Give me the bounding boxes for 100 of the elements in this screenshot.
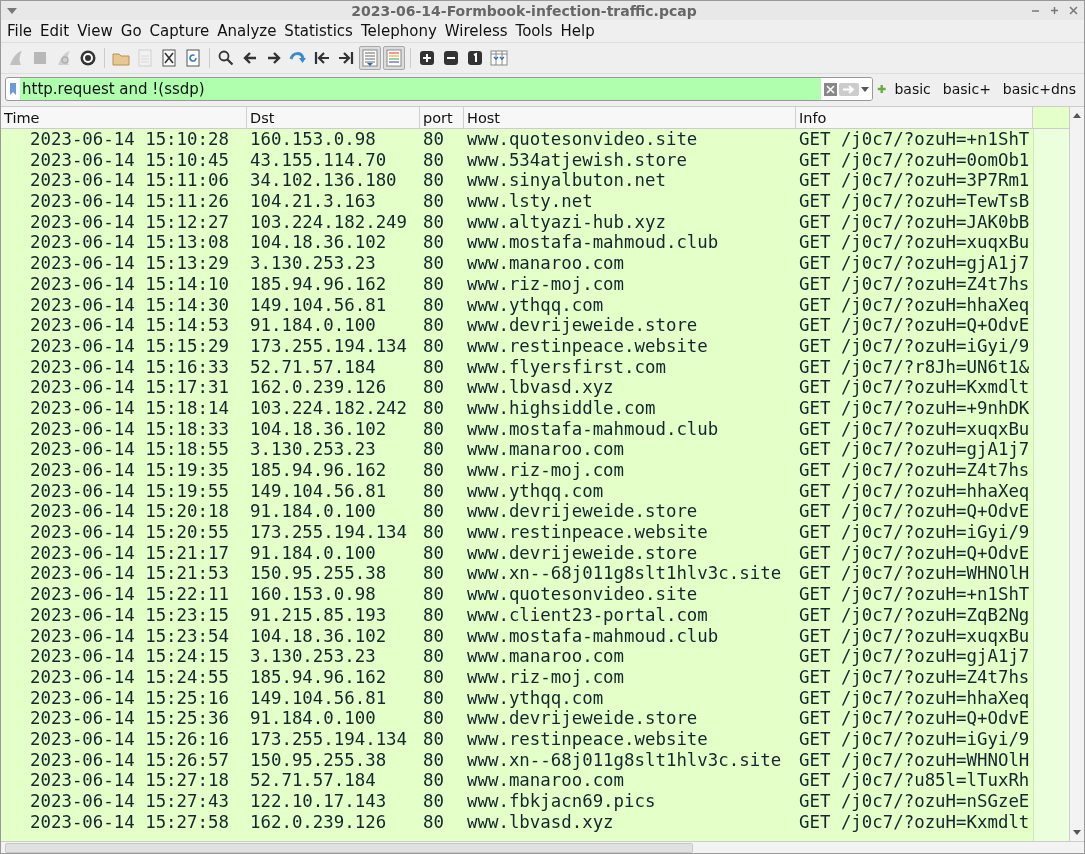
table-cell-text: www.devrijeweide.store [466,542,699,564]
table-cell-text: 2023-06-14 15:14:10 [29,273,230,295]
scroll-down-icon[interactable] [1073,830,1081,835]
table-cell-text: 91.184.0.100 [249,542,377,564]
menu-item[interactable]: Statistics [280,22,357,40]
menu-item[interactable]: Telephony [356,22,441,40]
scroll-up-icon[interactable] [1073,113,1081,118]
table-cell-text: 185.94.96.162 [249,666,388,688]
table-cell-text: 149.104.56.81 [249,687,388,709]
table-cell-text: www.riz-moj.com [466,273,626,295]
table-cell-text: 80 [422,335,445,357]
zoom-reset-icon [466,49,484,67]
table-cell-text: 2023-06-14 15:18:14 [29,397,230,419]
table-cell-text: 103.224.182.242 [249,397,409,419]
table-cell-text: GET /j0c7/?ozuH=Z4t7hs [798,273,1031,295]
table-cell-text: 80 [422,522,445,543]
table-cell-text: 80 [422,770,445,791]
table-cell-text: 104.18.36.102 [249,418,388,440]
table-cell-text: 80 [422,791,445,812]
table-cell-text: 2023-06-14 15:19:35 [29,460,230,481]
table-cell-text: www.restinpeace.website [466,522,709,543]
table-cell-text: GET /j0c7/?ozuH=ZqB2Ng [798,604,1031,626]
table-cell-text: 162.0.239.126 [249,811,388,833]
column-header[interactable]: port [420,107,464,128]
clear-icon[interactable] [824,82,837,96]
table-cell-text: 160.153.0.98 [249,129,377,150]
maximize-icon[interactable] [1050,6,1059,15]
table-cell-text: 2023-06-14 15:26:57 [29,749,230,771]
menu-item[interactable]: Tools [511,22,557,40]
table-cell-text: GET /j0c7/?ozuH=Q+OdvE [798,708,1031,729]
table-cell-text: GET /j0c7/?u85l=lTuxRh [798,770,1031,791]
table-cell-text: www.quotesonvideo.site [466,129,699,150]
table-cell-text: 3.130.253.23 [249,646,377,667]
table-cell-text: 80 [422,211,445,233]
resize-columns-icon [490,49,508,67]
table-cell-text: 80 [422,728,445,750]
column-header[interactable]: Time [1,107,247,128]
filter-button[interactable]: basic+dns [998,81,1080,97]
table-cell-text: GET /j0c7/?ozuH=+n1ShT [798,584,1031,605]
table-cell-text: 2023-06-14 15:14:53 [29,315,230,336]
table-cell-text: 80 [422,253,445,274]
table-cell-text: 80 [422,170,445,192]
table-cell-text: 2023-06-14 15:25:16 [29,687,230,709]
table-cell-text: 2023-06-14 15:21:17 [29,542,230,564]
dropdown-caret-icon[interactable] [861,86,869,92]
table-cell-text: GET /j0c7/?r8Jh=UN6t1& [798,356,1031,378]
table-cell-text: 43.155.114.70 [249,149,388,171]
scrollbar-thumb[interactable] [5,842,693,853]
table-cell-text: 80 [422,646,445,667]
table-cell-text: 80 [422,480,445,502]
menu-item[interactable]: Analyze [213,22,281,40]
table-cell-text: GET /j0c7/?ozuH=Kxmdlt [798,811,1031,833]
table-cell-text: www.restinpeace.website [466,728,709,750]
table-cell-text: 2023-06-14 15:11:06 [29,170,230,192]
last-icon [337,49,355,67]
table-cell-text: 2023-06-14 15:26:16 [29,728,230,750]
table-cell-text: GET /j0c7/?ozuH=JAK0bB [798,211,1031,233]
column-header[interactable]: Host [464,107,796,128]
table-cell-text: 2023-06-14 15:20:55 [29,522,230,543]
filter-button[interactable]: basic [890,81,935,97]
table-cell-text: 2023-06-14 15:18:33 [29,418,230,440]
menu-item[interactable]: Wireless [440,22,512,40]
table-cell-text: 80 [422,273,445,295]
menu-item[interactable]: Go [116,22,146,40]
table-cell-text: 149.104.56.81 [249,294,388,316]
filter-button[interactable]: basic+ [938,81,995,97]
display-filter-input[interactable]: http.request and !(ssdp) [20,78,821,100]
column-header[interactable]: Dst [247,107,420,128]
table-cell-text: GET /j0c7/?ozuH=xuqxBu [798,418,1031,440]
table-cell-text: 3.130.253.23 [249,253,377,274]
table-cell-text: 52.71.57.184 [249,356,377,378]
table-cell-text: 2023-06-14 15:21:53 [29,563,230,585]
table-cell-text: 80 [422,687,445,709]
add-icon[interactable] [877,83,887,95]
menu-item[interactable]: Help [556,22,599,40]
table-cell-text: 52.71.57.184 [249,770,377,791]
table-cell-text: 173.255.194.134 [249,522,409,543]
menu-item[interactable]: Capture [145,22,214,40]
menu-item[interactable]: Edit [36,22,74,40]
table-cell-text: 104.18.36.102 [249,625,388,647]
table-cell-text: 2023-06-14 15:20:18 [29,501,230,523]
table-cell-text: 2023-06-14 15:10:28 [29,129,230,150]
table-cell-text: 2023-06-14 15:24:15 [29,646,230,667]
close-icon[interactable] [1069,6,1078,15]
table-cell-text: 162.0.239.126 [249,377,388,398]
table-cell-text: 80 [422,397,445,419]
table-cell-text: 2023-06-14 15:23:15 [29,604,230,626]
menu-item[interactable]: File [3,22,37,40]
menu-item[interactable]: View [73,22,117,40]
window-menu-icon[interactable] [7,7,17,14]
table-cell-text: GET /j0c7/?ozuH=xuqxBu [798,625,1031,647]
table-cell-text: 80 [422,149,445,171]
table-cell-text: www.ythqq.com [466,480,605,502]
table-cell-text: 91.184.0.100 [249,315,377,336]
table-cell-text: 160.153.0.98 [249,584,377,605]
table-cell-text: www.riz-moj.com [466,460,626,481]
table-cell-text: 2023-06-14 15:14:30 [29,294,230,316]
table-cell-text: 2023-06-14 15:13:08 [29,232,230,254]
table-cell-text: 2023-06-14 15:15:29 [29,335,230,357]
table-cell-text: 2023-06-14 15:27:18 [29,770,230,791]
